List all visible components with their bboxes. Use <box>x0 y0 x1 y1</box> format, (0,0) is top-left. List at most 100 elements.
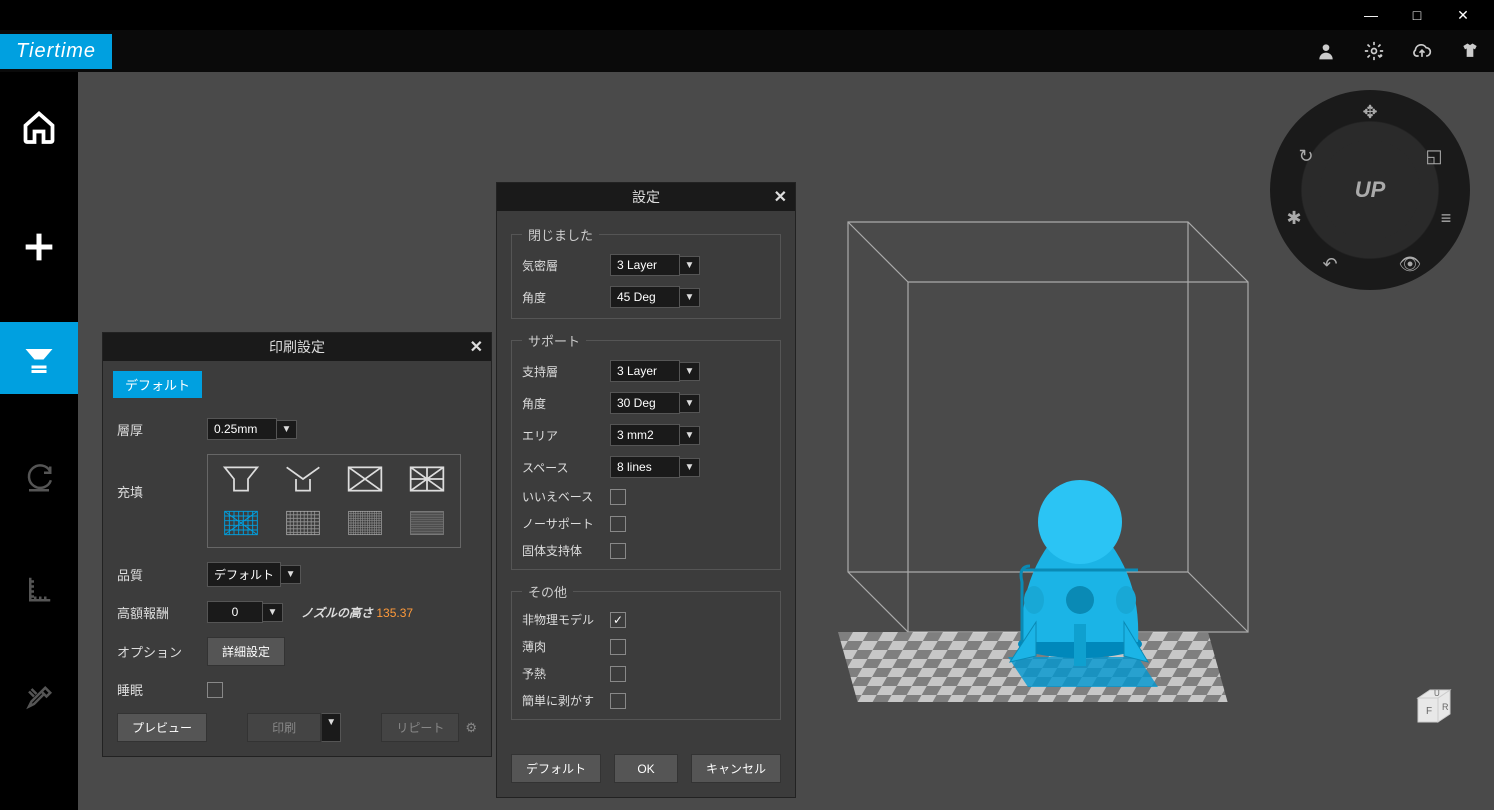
undo-icon[interactable]: ↶ <box>1312 246 1348 282</box>
chevron-down-icon[interactable]: ▼ <box>680 394 700 413</box>
close-icon[interactable]: ✕ <box>470 337 483 357</box>
build-volume <box>798 192 1288 662</box>
mirror-icon[interactable]: ✱ <box>1276 200 1312 236</box>
sleep-label: 睡眠 <box>117 680 207 699</box>
gear-icon[interactable]: • <box>1350 30 1398 72</box>
thin-checkbox[interactable] <box>610 639 626 655</box>
support-layer-select[interactable]: 3 Layer <box>610 360 680 382</box>
ok-button[interactable]: OK <box>614 754 678 783</box>
infill-dense-4[interactable] <box>400 505 454 541</box>
sidebar-tools[interactable] <box>0 654 78 744</box>
svg-text:F: F <box>1426 706 1432 717</box>
support-layer-label: 支持層 <box>522 363 610 380</box>
brand-logo: Tiertime <box>0 34 112 69</box>
sidebar-home[interactable] <box>0 82 78 172</box>
thin-label: 薄肉 <box>522 638 610 655</box>
settings-panel: 設定 ✕ 閉じました 気密層3 Layer▼ 角度45 Deg▼ サポート 支持… <box>496 182 796 798</box>
support-area-select[interactable]: 3 mm2 <box>610 424 680 446</box>
preview-button[interactable]: プレビュー <box>117 713 207 742</box>
nozzle-height-readout: ノズルの高さ 135.37 <box>301 604 413 621</box>
support-space-label: スペース <box>522 459 610 476</box>
user-icon[interactable] <box>1302 30 1350 72</box>
chevron-down-icon[interactable]: ▼ <box>680 426 700 445</box>
seal-angle-select[interactable]: 45 Deg <box>610 286 680 308</box>
reward-select[interactable]: 0 <box>207 601 263 623</box>
sidebar-print[interactable] <box>0 322 78 394</box>
closed-fieldset: 閉じました 気密層3 Layer▼ 角度45 Deg▼ <box>511 225 781 319</box>
infill-dense-3[interactable] <box>338 505 392 541</box>
support-fieldset: サポート 支持層3 Layer▼ 角度30 Deg▼ エリア3 mm2▼ スペー… <box>511 331 781 570</box>
infill-shell-2[interactable] <box>276 461 330 497</box>
print-button[interactable]: 印刷 <box>247 713 321 742</box>
no-support-label: ノーサポート <box>522 515 610 532</box>
svg-text:U: U <box>1434 689 1440 698</box>
chevron-down-icon[interactable]: ▼ <box>263 603 283 622</box>
gear-icon[interactable]: ⚙ <box>465 720 477 736</box>
chevron-down-icon[interactable]: ▼ <box>277 420 297 439</box>
solid-support-checkbox[interactable] <box>610 543 626 559</box>
sidebar-ruler[interactable] <box>0 544 78 634</box>
easy-peel-label: 簡単に剥がす <box>522 692 610 709</box>
chevron-down-icon[interactable]: ▼ <box>321 713 341 742</box>
preheat-checkbox[interactable] <box>610 666 626 682</box>
quality-label: 品質 <box>117 565 207 584</box>
view-cube[interactable]: F R U <box>1410 682 1458 730</box>
chevron-down-icon[interactable]: ▼ <box>680 288 700 307</box>
chevron-down-icon[interactable]: ▼ <box>680 458 700 477</box>
infill-cross-2[interactable] <box>400 461 454 497</box>
rotate-icon[interactable]: ↻ <box>1288 138 1324 174</box>
dial-center-label[interactable]: UP <box>1320 140 1420 240</box>
cloud-upload-icon[interactable] <box>1398 30 1446 72</box>
seal-angle-label: 角度 <box>522 289 610 306</box>
chevron-down-icon[interactable]: ▼ <box>680 362 700 381</box>
other-fieldset: その他 非物理モデル 薄肉 予熱 簡単に剥がす <box>511 582 781 720</box>
chevron-down-icon[interactable]: ▼ <box>680 256 700 275</box>
eye-icon[interactable]: 👁 <box>1392 246 1428 282</box>
print-panel-title: 印刷設定 ✕ <box>103 333 491 361</box>
window-titlebar: — □ ✕ <box>0 0 1494 30</box>
nonphys-label: 非物理モデル <box>522 611 610 628</box>
scale-icon[interactable]: ◱ <box>1416 138 1452 174</box>
settings-panel-title: 設定 ✕ <box>497 183 795 211</box>
no-support-checkbox[interactable] <box>610 516 626 532</box>
advanced-settings-button[interactable]: 詳細設定 <box>207 637 285 666</box>
sidebar-add[interactable] <box>0 202 78 292</box>
sidebar-refresh[interactable] <box>0 434 78 524</box>
brand-bar: Tiertime • <box>0 30 1494 72</box>
menu-icon[interactable]: ≡ <box>1428 200 1464 236</box>
no-base-checkbox[interactable] <box>610 489 626 505</box>
infill-cross-1[interactable] <box>338 461 392 497</box>
nonphys-checkbox[interactable] <box>610 612 626 628</box>
infill-dense-2[interactable] <box>276 505 330 541</box>
infill-dense-1[interactable] <box>214 505 268 541</box>
support-angle-select[interactable]: 30 Deg <box>610 392 680 414</box>
maximize-button[interactable]: □ <box>1394 0 1440 30</box>
infill-shell-1[interactable] <box>214 461 268 497</box>
layer-thickness-select[interactable]: 0.25mm <box>207 418 277 440</box>
default-button[interactable]: デフォルト <box>511 754 601 783</box>
support-area-label: エリア <box>522 427 610 444</box>
support-space-select[interactable]: 8 lines <box>610 456 680 478</box>
repeat-button[interactable]: リピート <box>381 713 459 742</box>
cancel-button[interactable]: キャンセル <box>691 754 781 783</box>
sleep-checkbox[interactable] <box>207 682 223 698</box>
close-icon[interactable]: ✕ <box>774 187 787 207</box>
support-angle-label: 角度 <box>522 395 610 412</box>
print-settings-panel: 印刷設定 ✕ デフォルト 層厚 0.25mm▼ 充填 <box>102 332 492 757</box>
chevron-down-icon[interactable]: ▼ <box>281 565 301 584</box>
left-sidebar <box>0 72 78 810</box>
seal-layer-label: 気密層 <box>522 257 610 274</box>
layer-thickness-label: 層厚 <box>117 420 207 439</box>
quality-select[interactable]: デフォルト <box>207 562 281 587</box>
minimize-button[interactable]: — <box>1348 0 1394 30</box>
seal-layer-select[interactable]: 3 Layer <box>610 254 680 276</box>
viewport-3d[interactable]: UP ✥ ↻ ◱ ✱ ≡ ↶ 👁 F R U <box>78 72 1494 810</box>
solid-support-label: 固体支持体 <box>522 542 610 559</box>
no-base-label: いいえベース <box>522 488 610 505</box>
tab-default[interactable]: デフォルト <box>113 371 202 398</box>
close-button[interactable]: ✕ <box>1440 0 1486 30</box>
tshirt-icon[interactable] <box>1446 30 1494 72</box>
reward-label: 高額報酬 <box>117 603 207 622</box>
easy-peel-checkbox[interactable] <box>610 693 626 709</box>
move-icon[interactable]: ✥ <box>1352 94 1388 130</box>
